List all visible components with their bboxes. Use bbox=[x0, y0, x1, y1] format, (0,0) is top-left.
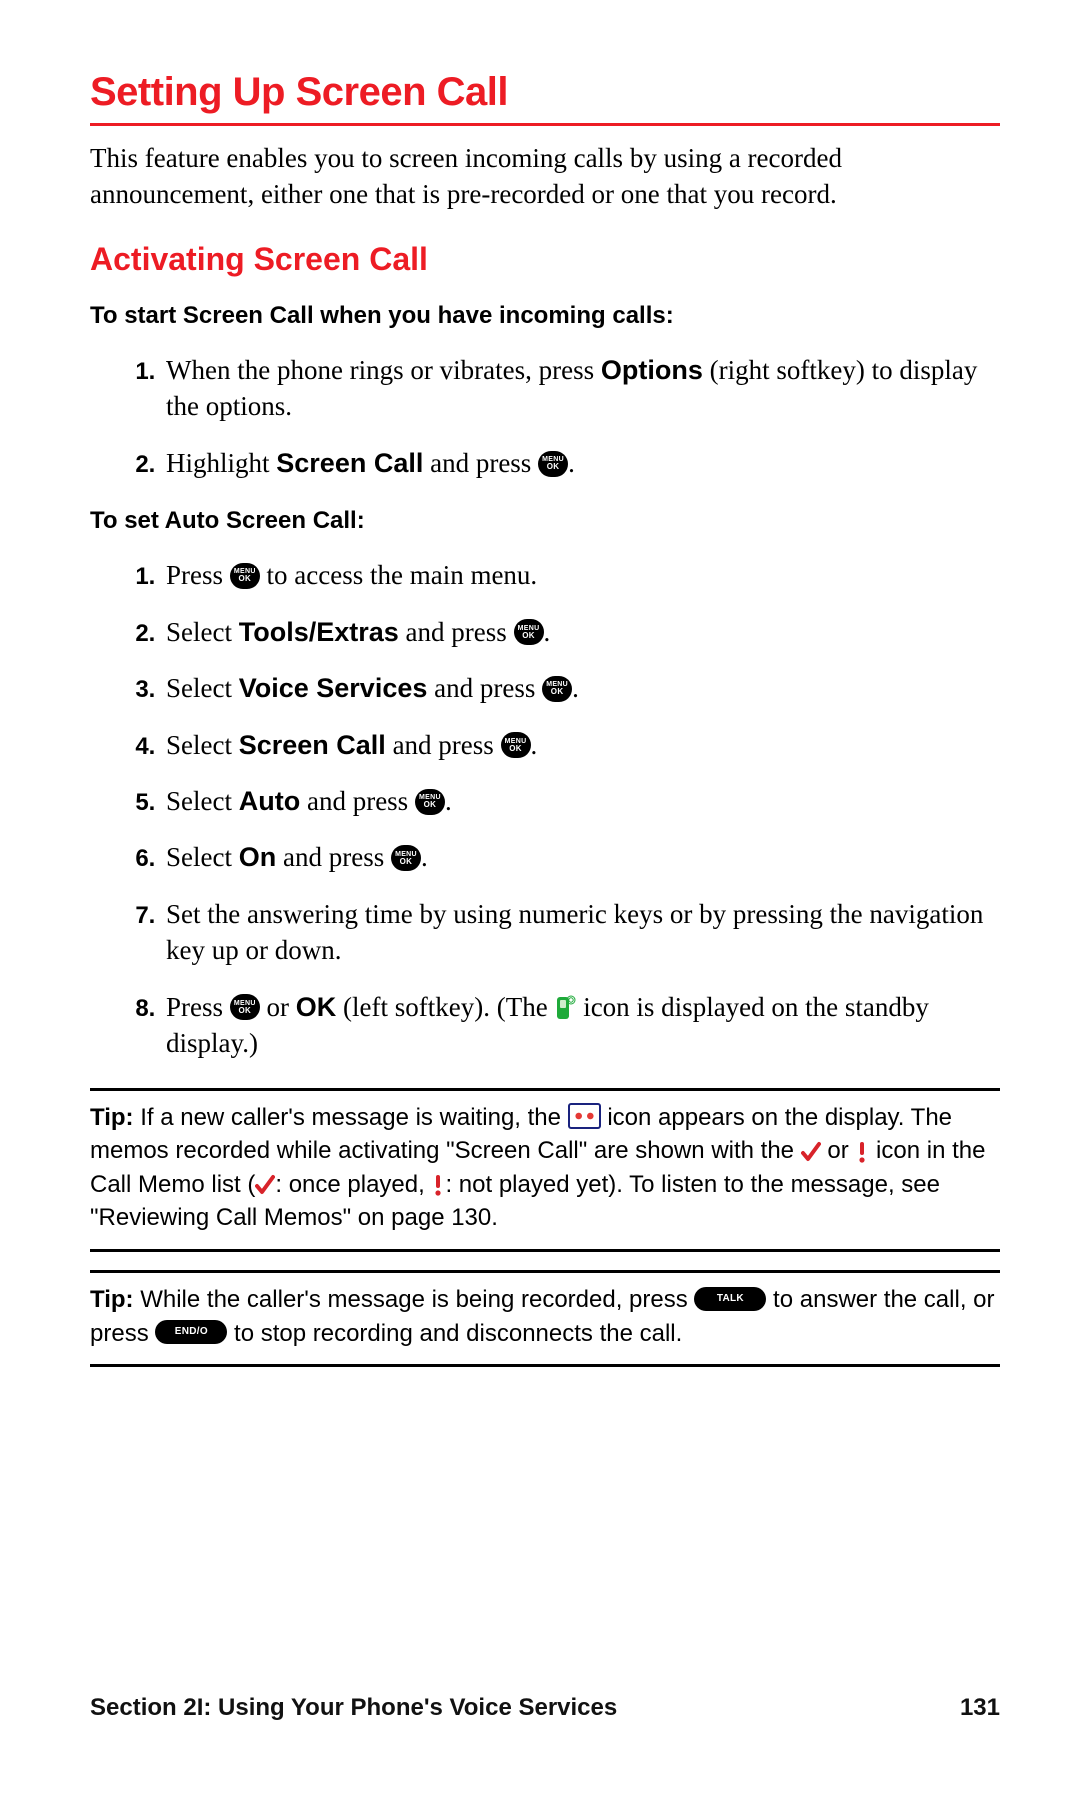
steps-auto-screen-call: Press MENUOK to access the main menu. Se… bbox=[90, 557, 1000, 1061]
step-text: . bbox=[572, 673, 579, 703]
step-bold: Options bbox=[601, 355, 703, 385]
end-key-icon: END/O bbox=[155, 1320, 227, 1344]
step-text: and press bbox=[423, 448, 538, 478]
step-text: Press bbox=[166, 560, 230, 590]
step-text: . bbox=[544, 617, 551, 647]
tip-text: or bbox=[821, 1137, 856, 1164]
exclamation-red-icon bbox=[855, 1139, 869, 1161]
tip-block-2: Tip: While the caller's message is being… bbox=[90, 1273, 1000, 1364]
step-text: (left softkey). (The bbox=[336, 992, 554, 1022]
intro-paragraph: This feature enables you to screen incom… bbox=[90, 140, 1000, 213]
step-bold: Screen Call bbox=[276, 448, 423, 478]
step-bold: On bbox=[239, 842, 277, 872]
step-text: and press bbox=[427, 673, 542, 703]
page-heading: Setting Up Screen Call bbox=[90, 70, 1000, 115]
menu-ok-key-icon: MENUOK bbox=[514, 619, 544, 645]
step-bold: Screen Call bbox=[239, 730, 386, 760]
step-text: Select bbox=[166, 617, 239, 647]
menu-ok-key-icon: MENUOK bbox=[542, 676, 572, 702]
phone-green-icon bbox=[554, 994, 576, 1020]
check-red-icon bbox=[255, 1172, 275, 1194]
menu-ok-key-icon: MENUOK bbox=[538, 451, 568, 477]
step-item: When the phone rings or vibrates, press … bbox=[162, 352, 1000, 425]
step-bold: Auto bbox=[239, 786, 300, 816]
step-item: Press MENUOK or OK (left softkey). (The … bbox=[162, 989, 1000, 1062]
step-text: Highlight bbox=[166, 448, 276, 478]
step-item: Select On and press MENUOK. bbox=[162, 839, 1000, 875]
tip-text: While the caller's message is being reco… bbox=[140, 1286, 694, 1313]
step-text: Press bbox=[166, 992, 230, 1022]
menu-ok-key-icon: MENUOK bbox=[230, 563, 260, 589]
heading-rule bbox=[90, 123, 1000, 126]
step-text: or bbox=[260, 992, 296, 1022]
menu-ok-key-icon: MENUOK bbox=[501, 732, 531, 758]
step-text: and press bbox=[300, 786, 415, 816]
menu-ok-key-icon: MENUOK bbox=[415, 789, 445, 815]
step-text: Select bbox=[166, 730, 239, 760]
footer-page-number: 131 bbox=[960, 1694, 1000, 1722]
menu-ok-key-icon: MENUOK bbox=[391, 845, 421, 871]
step-bold: OK bbox=[296, 992, 337, 1022]
step-text: . bbox=[531, 730, 538, 760]
leadin-auto-screen-call: To set Auto Screen Call: bbox=[90, 507, 1000, 535]
tip-text: : once played, bbox=[275, 1171, 431, 1198]
tip-block-1: Tip: If a new caller's message is waitin… bbox=[90, 1091, 1000, 1249]
step-bold: Tools/Extras bbox=[239, 617, 399, 647]
step-text: and press bbox=[276, 842, 391, 872]
step-item: Select Tools/Extras and press MENUOK. bbox=[162, 614, 1000, 650]
menu-ok-key-icon: MENUOK bbox=[230, 994, 260, 1020]
footer-section: Section 2I: Using Your Phone's Voice Ser… bbox=[90, 1694, 617, 1722]
step-text: When the phone rings or vibrates, press bbox=[166, 355, 601, 385]
tip-label: Tip: bbox=[90, 1286, 140, 1313]
spacer bbox=[90, 1252, 1000, 1270]
step-item: Select Auto and press MENUOK. bbox=[162, 783, 1000, 819]
step-bold: Voice Services bbox=[239, 673, 428, 703]
tip-text: If a new caller's message is waiting, th… bbox=[140, 1104, 567, 1131]
step-text: and press bbox=[399, 617, 514, 647]
tip-rule bbox=[90, 1364, 1000, 1367]
step-text: to access the main menu. bbox=[260, 560, 537, 590]
steps-start-screen-call: When the phone rings or vibrates, press … bbox=[90, 352, 1000, 481]
step-text: Select bbox=[166, 786, 239, 816]
step-text: . bbox=[421, 842, 428, 872]
step-item: Select Screen Call and press MENUOK. bbox=[162, 727, 1000, 763]
tip-label: Tip: bbox=[90, 1104, 140, 1131]
tape-icon bbox=[568, 1103, 601, 1129]
exclamation-red-icon bbox=[431, 1172, 445, 1194]
sub-heading: Activating Screen Call bbox=[90, 241, 1000, 278]
step-text: Set the answering time by using numeric … bbox=[166, 899, 983, 965]
step-text: . bbox=[568, 448, 575, 478]
check-red-icon bbox=[801, 1139, 821, 1161]
page-footer: Section 2I: Using Your Phone's Voice Ser… bbox=[90, 1694, 1000, 1722]
leadin-start-screen-call: To start Screen Call when you have incom… bbox=[90, 302, 1000, 330]
step-text: and press bbox=[386, 730, 501, 760]
step-text: Select bbox=[166, 673, 239, 703]
tip-text: to stop recording and disconnects the ca… bbox=[227, 1320, 682, 1347]
step-item: Set the answering time by using numeric … bbox=[162, 896, 1000, 969]
step-text: . bbox=[445, 786, 452, 816]
step-item: Press MENUOK to access the main menu. bbox=[162, 557, 1000, 593]
step-text: Select bbox=[166, 842, 239, 872]
step-item: Highlight Screen Call and press MENUOK. bbox=[162, 445, 1000, 481]
talk-key-icon: TALK bbox=[694, 1287, 766, 1311]
step-item: Select Voice Services and press MENUOK. bbox=[162, 670, 1000, 706]
